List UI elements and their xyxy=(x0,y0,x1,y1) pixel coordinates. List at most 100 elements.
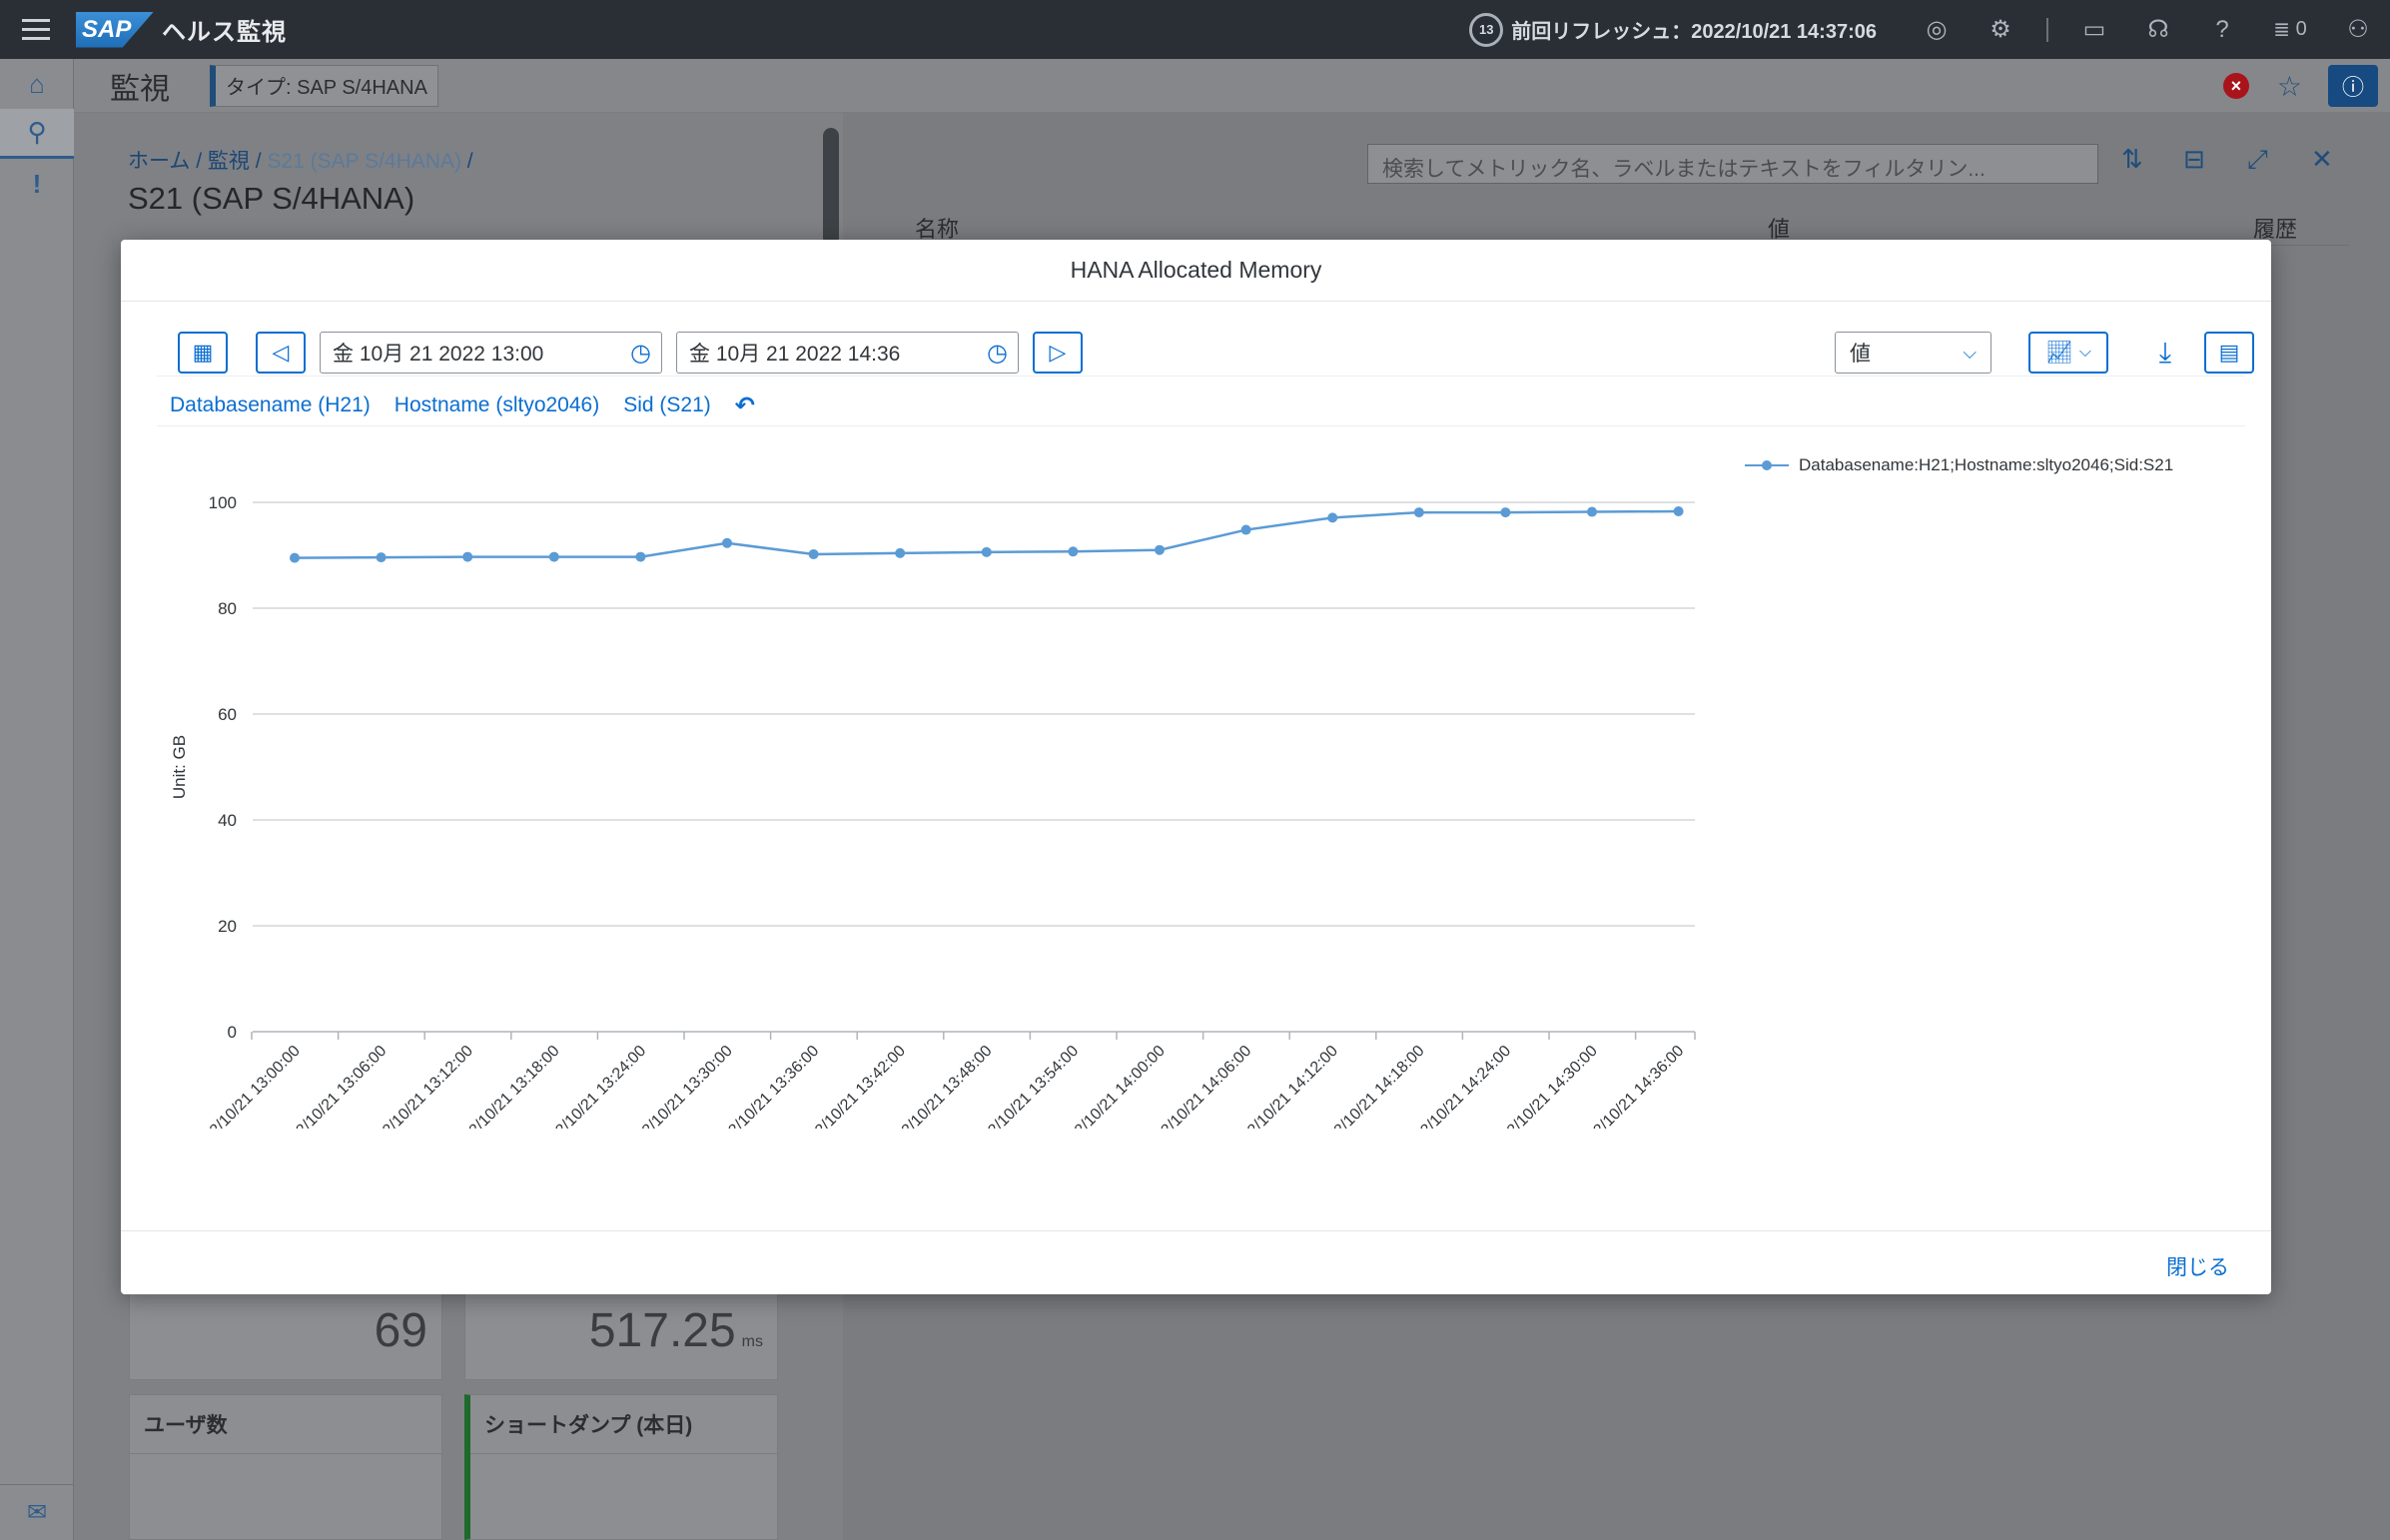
data-point xyxy=(1587,506,1597,517)
data-point xyxy=(895,547,906,558)
data-point xyxy=(808,548,819,559)
menu-icon[interactable] xyxy=(0,0,72,59)
data-point xyxy=(1155,544,1165,555)
breadcrumb: ホーム / 監視 / S21 (SAP S/4HANA) / xyxy=(128,150,473,173)
legend-label: Databasename:H21;Hostname:sltyo2046;Sid:… xyxy=(1799,455,2174,474)
data-point xyxy=(290,552,300,563)
breadcrumb-system: S21 (SAP S/4HANA) xyxy=(267,150,461,173)
tile-value: 517.25 ms xyxy=(588,1304,763,1357)
dimension-filters: Databasename (H21) Hostname (sltyo2046) … xyxy=(170,389,779,421)
data-point xyxy=(722,537,732,548)
line-chart-icon: 📈︎ xyxy=(2044,340,2073,365)
tile-short-dumps[interactable]: ショートダンプ (本日) xyxy=(464,1394,778,1540)
alerts-exclamation-icon[interactable]: ! xyxy=(0,159,74,209)
sap-logo[interactable]: SAP xyxy=(76,11,154,48)
x-tick-label: 2022/10/21 13:00:00 xyxy=(188,1043,304,1129)
close-button[interactable]: 閉じる xyxy=(2166,1251,2229,1281)
tile-user-value[interactable]: 69 xyxy=(129,1288,442,1380)
feedback-icon[interactable]: ▭ xyxy=(2062,0,2126,59)
tile-user-count[interactable]: ユーザ数 xyxy=(129,1394,442,1540)
info-icon[interactable]: ⓘ xyxy=(2328,65,2378,107)
last-refresh[interactable]: 13 前回リフレッシュ：2022/10/21 14:37:06 xyxy=(1469,12,1877,47)
to-date-field[interactable]: 金 10月 21 2022 14:36 ◷ xyxy=(676,332,1019,374)
y-tick-label: 60 xyxy=(218,705,237,724)
chart-type-menu[interactable]: 📈︎ ⌵ xyxy=(2028,332,2108,374)
tile-value: 69 xyxy=(374,1304,427,1357)
notifications-button[interactable]: ≣ 0 xyxy=(2254,17,2326,42)
filter-sid[interactable]: Sid (S21) xyxy=(623,393,711,417)
reset-filters-icon[interactable]: ↶ xyxy=(735,391,755,420)
dialog-footer: 閉じる xyxy=(121,1230,2271,1294)
from-date-field[interactable]: 金 10月 21 2022 13:00 ◷ xyxy=(320,332,662,374)
data-point xyxy=(1327,512,1338,523)
table-view-icon[interactable]: ▤ xyxy=(2204,332,2254,374)
from-date-value: 金 10月 21 2022 13:00 xyxy=(333,343,544,366)
group-icon[interactable]: ⊟ xyxy=(2183,144,2205,175)
data-point xyxy=(981,546,992,557)
tile-label: ユーザ数 xyxy=(144,1414,228,1437)
tile-label: ショートダンプ (本日) xyxy=(484,1414,693,1437)
data-point xyxy=(635,551,646,562)
target-icon[interactable]: ◎ xyxy=(1905,0,1969,59)
error-status-icon[interactable]: × xyxy=(2222,73,2249,99)
to-date-value: 金 10月 21 2022 14:36 xyxy=(689,343,901,366)
tile-response-time[interactable]: 517.25 ms xyxy=(464,1288,778,1380)
left-navigation: ⌂ ⚲ ! ✉ xyxy=(0,59,74,1540)
y-tick-label: 20 xyxy=(218,917,237,936)
mail-icon[interactable]: ✉ xyxy=(0,1484,74,1540)
y-axis-label: Unit: GB xyxy=(170,735,189,799)
previous-period-icon[interactable]: ◁ xyxy=(256,332,306,374)
settings-gear-icon[interactable]: ⚙ xyxy=(1969,0,2032,59)
chevron-down-icon: ⌵ xyxy=(1963,342,1977,363)
notification-list-icon: ≣ xyxy=(2273,19,2291,41)
data-point xyxy=(1240,524,1251,535)
refresh-countdown-badge: 13 xyxy=(1469,12,1504,47)
data-point xyxy=(1068,546,1079,557)
support-headset-icon[interactable]: ☊ xyxy=(2126,0,2190,59)
filter-databasename[interactable]: Databasename (H21) xyxy=(170,393,371,417)
data-point xyxy=(1500,507,1511,518)
sort-icon[interactable]: ⇅ xyxy=(2121,144,2143,175)
date-picker-icon[interactable]: ◷ xyxy=(987,339,1008,368)
help-icon[interactable]: ? xyxy=(2190,0,2254,59)
page-title: 監視 xyxy=(110,72,170,106)
y-tick-label: 40 xyxy=(218,811,237,830)
breadcrumb-home[interactable]: ホーム xyxy=(128,150,190,173)
y-tick-label: 0 xyxy=(228,1023,237,1042)
y-tick-label: 100 xyxy=(209,493,237,512)
breadcrumb-monitoring[interactable]: 監視 xyxy=(208,150,250,173)
view-select-value: 値 xyxy=(1850,343,1871,366)
metric-search-input[interactable]: 検索してメトリック名、ラベルまたはテキストをフィルタリン... xyxy=(1367,144,2098,184)
data-point xyxy=(548,551,559,562)
favorite-star-icon[interactable]: ☆ xyxy=(2277,70,2302,103)
dialog-title: HANA Allocated Memory xyxy=(121,240,2271,302)
home-icon[interactable]: ⌂ xyxy=(0,59,74,109)
metric-history-dialog: HANA Allocated Memory ▦ ◁ 金 10月 21 2022 … xyxy=(121,240,2271,1294)
chart-legend[interactable]: Databasename:H21;Hostname:sltyo2046;Sid:… xyxy=(1745,455,2173,475)
data-point xyxy=(462,551,473,562)
user-profile-icon[interactable]: ⚇ xyxy=(2326,0,2390,59)
shell-separator xyxy=(2046,17,2048,42)
data-point xyxy=(1673,506,1684,517)
allocated-memory-line-chart: 020406080100Unit: GB2022/10/21 13:00:002… xyxy=(170,493,1696,1129)
panel-scrollbar[interactable] xyxy=(823,128,839,246)
system-title: S21 (SAP S/4HANA) xyxy=(128,181,415,216)
download-icon[interactable]: ⤓ xyxy=(2144,332,2186,374)
legend-swatch xyxy=(1745,460,1789,470)
notification-count: 0 xyxy=(2295,18,2307,40)
page-header: 監視 タイプ: SAP S/4HANA × ☆ ⓘ xyxy=(74,59,2390,113)
app-title: ヘルス監視 xyxy=(162,19,287,46)
filter-hostname[interactable]: Hostname (sltyo2046) xyxy=(395,393,599,417)
type-tag[interactable]: タイプ: SAP S/4HANA xyxy=(210,64,438,107)
chart-toolbar: ▦ ◁ 金 10月 21 2022 13:00 ◷ 金 10月 21 2022 … xyxy=(157,332,2254,374)
next-period-icon[interactable]: ▷ xyxy=(1033,332,1083,374)
close-panel-icon[interactable]: ✕ xyxy=(2311,144,2333,175)
date-picker-icon[interactable]: ◷ xyxy=(630,339,651,368)
chevron-down-icon: ⌵ xyxy=(2078,344,2092,361)
monitoring-nav-icon[interactable]: ⚲ xyxy=(0,109,74,159)
calendar-icon[interactable]: ▦ xyxy=(178,332,228,374)
shell-bar: SAP ヘルス監視 13 前回リフレッシュ：2022/10/21 14:37:0… xyxy=(0,0,2390,59)
last-refresh-text: 前回リフレッシュ：2022/10/21 14:37:06 xyxy=(1511,21,1877,43)
fullscreen-icon[interactable]: ⤢ xyxy=(2247,144,2268,176)
view-select[interactable]: 値 ⌵ xyxy=(1835,332,1992,374)
